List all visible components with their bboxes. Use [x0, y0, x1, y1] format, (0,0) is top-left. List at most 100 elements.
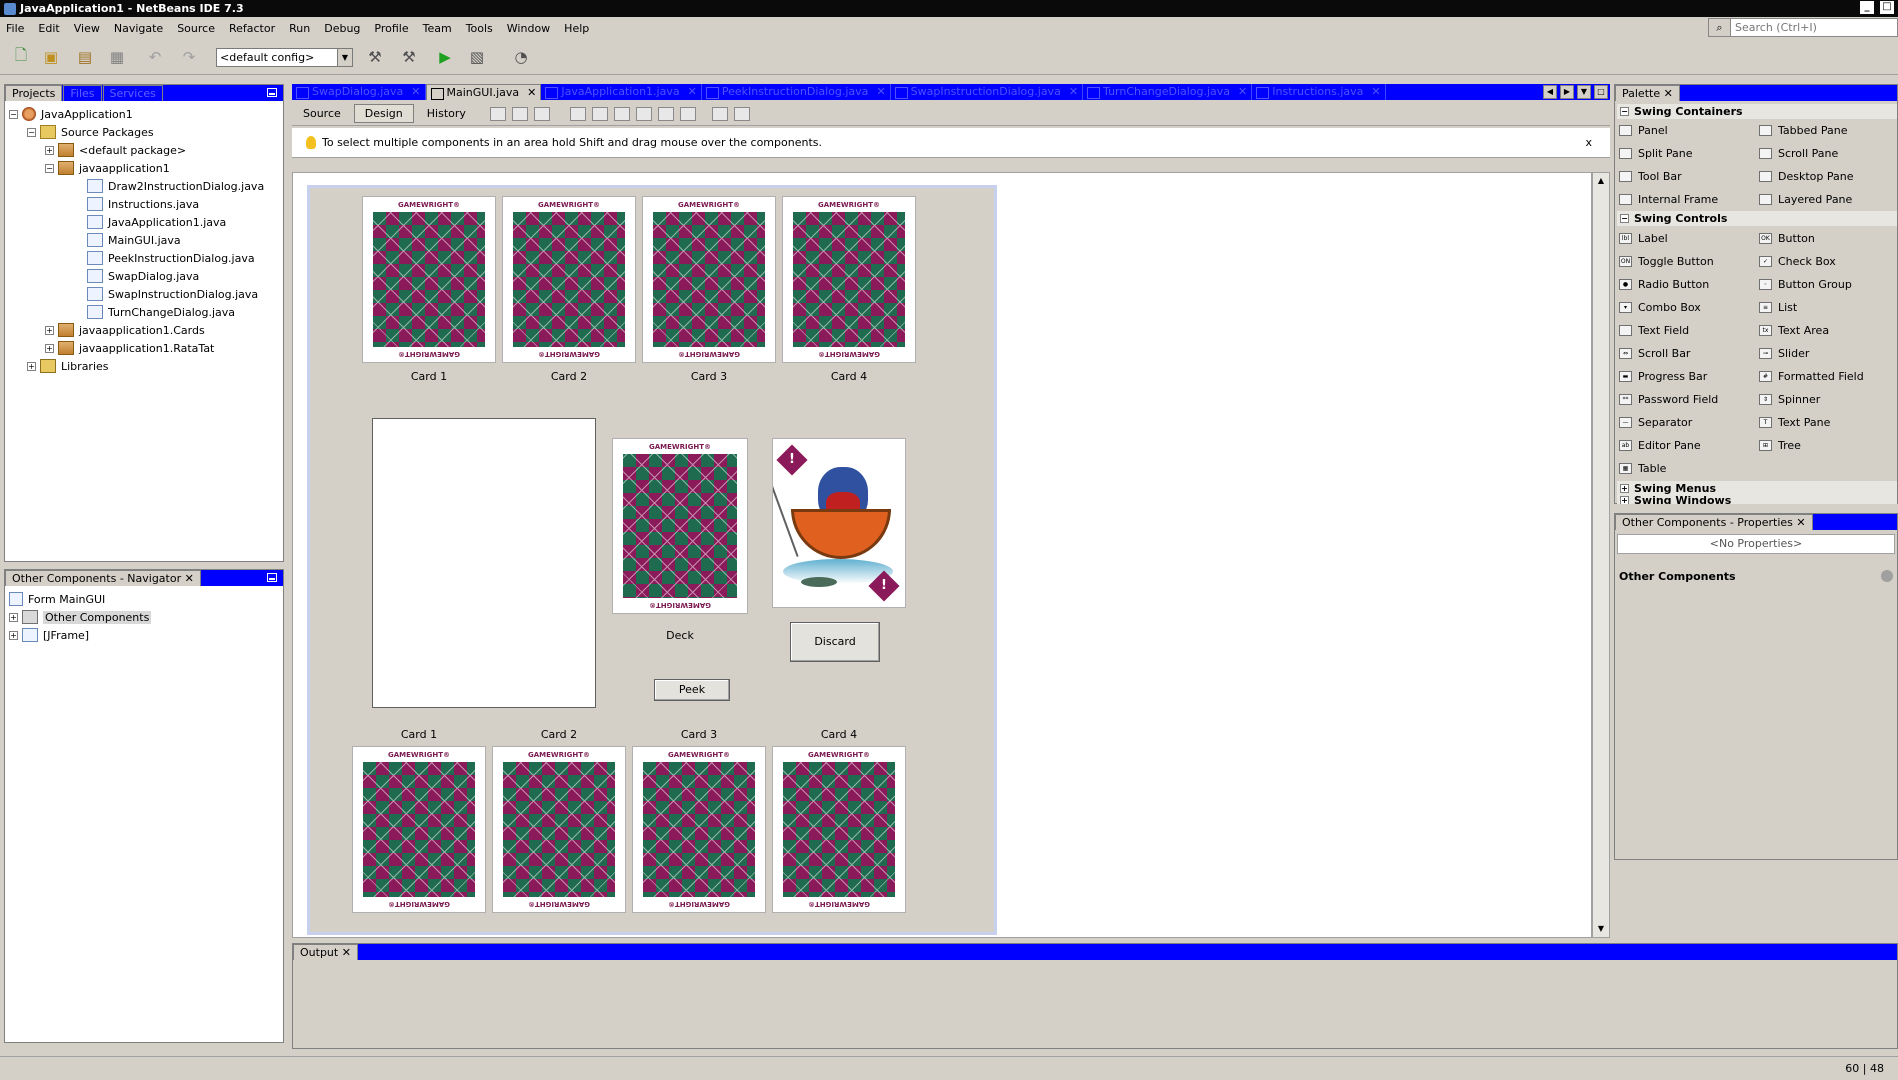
palette-item[interactable]: Tool Bar [1619, 166, 1757, 186]
nav-item-form[interactable]: Form MainGUI [9, 590, 105, 608]
expand-icon[interactable]: + [45, 343, 54, 353]
palette-item[interactable]: ON Toggle Button [1619, 251, 1757, 271]
collapse-icon[interactable]: − [9, 109, 18, 119]
profile-icon[interactable]: ◔ [510, 47, 532, 67]
palette-section-menus[interactable]: + Swing Menus [1617, 481, 1897, 496]
editor-tab[interactable]: SwapInstructionDialog.java ✕ [891, 84, 1084, 100]
config-select[interactable]: <default config> ▼ [216, 48, 353, 67]
close-icon[interactable]: ✕ [688, 85, 697, 98]
palette-item[interactable]: ● Radio Button [1619, 274, 1757, 294]
palette-section-controls[interactable]: − Swing Controls [1617, 211, 1897, 226]
palette-item[interactable]: Split Pane [1619, 143, 1757, 163]
collapse-icon[interactable]: − [27, 127, 36, 137]
palette-item[interactable]: ▾ Combo Box [1619, 297, 1757, 317]
palette-item[interactable]: Panel [1619, 120, 1757, 140]
preview-design-icon[interactable] [533, 106, 550, 121]
palette-item[interactable]: ▦ Table [1619, 458, 1757, 478]
tree-item-libraries[interactable]: + Libraries [27, 357, 109, 375]
editor-tab[interactable]: TurnChangeDialog.java ✕ [1083, 84, 1253, 100]
center-vertical-icon[interactable] [679, 106, 696, 121]
bottom-card-2[interactable]: GAMEWRIGHT® GAMEWRIGHT® [492, 746, 626, 913]
tree-item-file[interactable]: SwapDialog.java [87, 267, 199, 285]
tree-item-file[interactable]: Instructions.java [87, 195, 199, 213]
editor-tab[interactable]: PeekInstructionDialog.java ✕ [702, 84, 891, 100]
new-project-icon[interactable]: ▣ [40, 47, 62, 67]
palette-item[interactable]: ≡ List [1759, 297, 1897, 317]
palette-item[interactable]: ⊸ Slider [1759, 343, 1897, 363]
history-view-button[interactable]: History [416, 104, 477, 123]
menu-navigate[interactable]: Navigate [114, 22, 163, 35]
tab-navigator[interactable]: Other Components - Navigator ✕ [5, 570, 201, 586]
open-project-icon[interactable]: ▤ [74, 47, 96, 67]
connection-mode-icon[interactable] [511, 106, 528, 121]
expand-icon[interactable]: + [45, 145, 54, 155]
scroll-up-icon[interactable]: ▲ [1594, 174, 1608, 188]
tree-item-file[interactable]: PeekInstructionDialog.java [87, 249, 255, 267]
drawn-card-slot[interactable] [372, 418, 596, 708]
tree-item-default-package[interactable]: + <default package> [45, 141, 186, 159]
scroll-right-icon[interactable]: ▶ [1560, 85, 1574, 99]
design-view-button[interactable]: Design [353, 104, 414, 123]
close-icon[interactable]: ✕ [1796, 516, 1805, 529]
tree-item-javaapplication1[interactable]: − javaapplication1 [45, 159, 170, 177]
palette-item[interactable]: Text Field [1619, 320, 1757, 340]
tree-item-file[interactable]: JavaApplication1.java [87, 213, 226, 231]
palette-item[interactable]: Desktop Pane [1759, 166, 1897, 186]
chevron-down-icon[interactable]: ▼ [337, 49, 352, 66]
tree-item-file[interactable]: SwapInstructionDialog.java [87, 285, 258, 303]
new-file-icon[interactable]: 🗋 [10, 46, 32, 67]
collapse-icon[interactable]: − [45, 163, 54, 173]
tab-list-icon[interactable]: ▼ [1577, 85, 1591, 99]
resize-horizontal-icon[interactable] [711, 106, 728, 121]
tab-palette[interactable]: Palette ✕ [1615, 85, 1680, 101]
tab-files[interactable]: Files [63, 85, 102, 101]
expand-icon[interactable]: + [45, 325, 54, 335]
tab-properties[interactable]: Other Components - Properties ✕ [1615, 514, 1813, 530]
resize-vertical-icon[interactable] [733, 106, 750, 121]
minimize-icon[interactable] [267, 573, 277, 582]
bottom-card-1[interactable]: GAMEWRIGHT® GAMEWRIGHT® [352, 746, 486, 913]
collapse-icon[interactable]: − [1620, 214, 1629, 223]
palette-item[interactable]: Scroll Pane [1759, 143, 1897, 163]
tree-item-project[interactable]: − JavaApplication1 [9, 105, 133, 123]
search-box[interactable]: ⌕ Search (Ctrl+I) [1708, 18, 1898, 37]
bottom-card-4[interactable]: GAMEWRIGHT® GAMEWRIGHT® [772, 746, 906, 913]
palette-item[interactable]: ** Password Field [1619, 389, 1757, 409]
discard-card[interactable]: ! ! [772, 438, 906, 608]
redo-icon[interactable]: ↷ [178, 47, 200, 67]
menu-profile[interactable]: Profile [374, 22, 408, 35]
palette-item[interactable]: ✓ Check Box [1759, 251, 1897, 271]
palette-item[interactable]: # Formatted Field [1759, 366, 1897, 386]
maximize-button[interactable]: □ [1880, 1, 1894, 14]
palette-section-containers[interactable]: − Swing Containers [1617, 104, 1897, 119]
tree-item-file[interactable]: TurnChangeDialog.java [87, 303, 235, 321]
expand-icon[interactable]: + [27, 361, 36, 371]
minimize-button[interactable]: _ [1860, 1, 1874, 14]
tree-item-source-packages[interactable]: − Source Packages [27, 123, 154, 141]
tree-item-cards-package[interactable]: + javaapplication1.Cards [45, 321, 205, 339]
palette-item[interactable]: — Separator [1619, 412, 1757, 432]
palette-item[interactable]: ⇔ Scroll Bar [1619, 343, 1757, 363]
palette-item[interactable]: ◦ Button Group [1759, 274, 1897, 294]
deck-card[interactable]: GAMEWRIGHT® GAMEWRIGHT® [612, 438, 748, 614]
menu-edit[interactable]: Edit [38, 22, 59, 35]
expand-icon[interactable]: + [1620, 496, 1629, 504]
top-card-3[interactable]: GAMEWRIGHT® GAMEWRIGHT® [642, 196, 776, 363]
menu-run[interactable]: Run [289, 22, 310, 35]
top-card-2[interactable]: GAMEWRIGHT® GAMEWRIGHT® [502, 196, 636, 363]
expand-icon[interactable]: + [9, 630, 18, 640]
debug-icon[interactable]: ▧ [466, 47, 488, 67]
close-icon[interactable]: ✕ [1238, 85, 1247, 98]
editor-tab[interactable]: SwapDialog.java ✕ [292, 84, 426, 100]
close-icon[interactable]: ✕ [411, 85, 420, 98]
menu-tools[interactable]: Tools [466, 22, 493, 35]
peek-button[interactable]: Peek [654, 679, 730, 701]
source-view-button[interactable]: Source [292, 104, 352, 123]
tab-output[interactable]: Output ✕ [293, 944, 358, 960]
palette-item[interactable]: Tabbed Pane [1759, 120, 1897, 140]
editor-tab-active[interactable]: MainGUI.java ✕ [425, 84, 542, 100]
menu-refactor[interactable]: Refactor [229, 22, 275, 35]
close-icon[interactable]: ✕ [1069, 85, 1078, 98]
tab-services[interactable]: Services [102, 85, 163, 101]
scroll-left-icon[interactable]: ◀ [1543, 85, 1557, 99]
